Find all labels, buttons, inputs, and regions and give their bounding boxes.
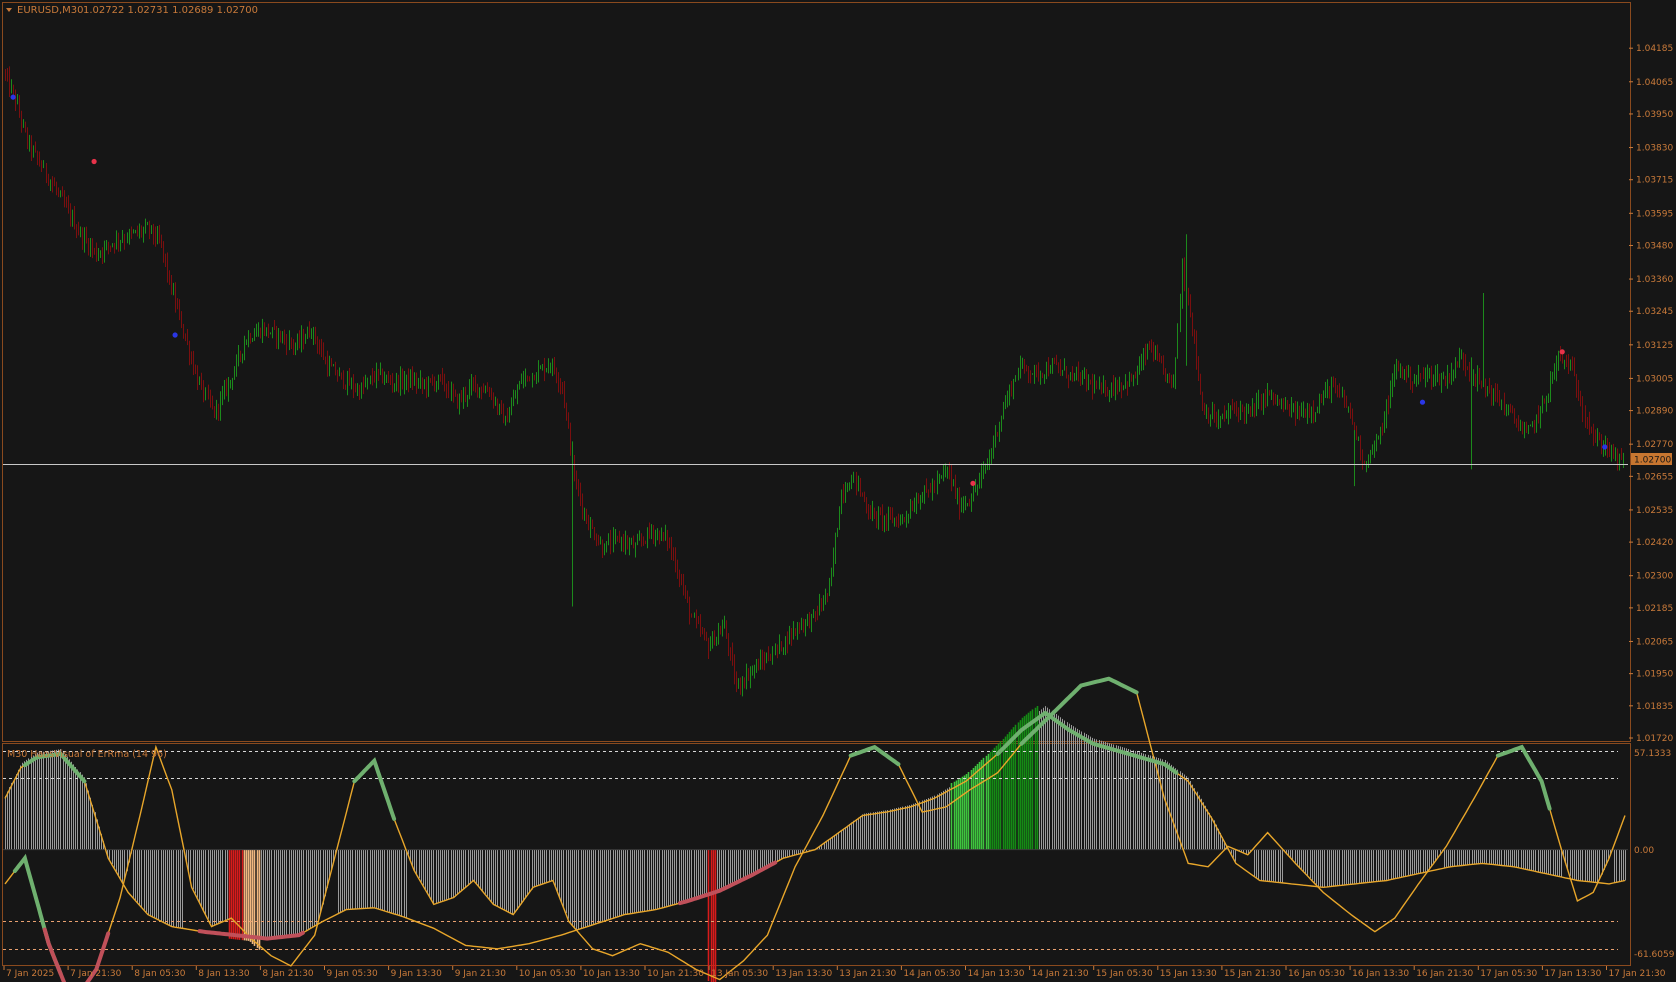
buy-signal-dot[interactable] — [1419, 399, 1426, 405]
time-tick-label: 14 Jan 05:30 — [903, 969, 960, 979]
sell-signal-dot[interactable] — [1559, 349, 1565, 355]
time-tick-label: 7 Jan 21:30 — [70, 969, 122, 979]
indicator-scale-zero: 0.00 — [1634, 846, 1654, 856]
price-tick-label: 1.03715 — [1636, 176, 1673, 186]
price-tick-label: 1.01950 — [1636, 670, 1673, 680]
time-tick-label: 16 Jan 13:30 — [1352, 969, 1409, 979]
buy-signal-dot[interactable] — [10, 94, 16, 100]
time-tick-label: 14 Jan 13:30 — [968, 969, 1025, 979]
price-tick-label: 1.03005 — [1636, 374, 1673, 384]
time-tick-label: 17 Jan 05:30 — [1480, 969, 1537, 979]
indicator-scale-top: 57.1333 — [1634, 749, 1671, 759]
sell-signal-dot[interactable] — [91, 158, 97, 165]
time-tick-label: 17 Jan 13:30 — [1544, 969, 1601, 979]
price-tick-label: 1.03360 — [1636, 275, 1673, 285]
time-tick-label: 14 Jan 21:30 — [1032, 969, 1089, 979]
time-tick-label: 8 Jan 05:30 — [134, 969, 186, 979]
price-tick-label: 1.01835 — [1636, 702, 1673, 712]
price-tick-label: 1.03950 — [1636, 110, 1673, 120]
price-tick-label: 1.04065 — [1636, 78, 1673, 88]
price-tick-label: 1.02535 — [1636, 506, 1673, 516]
time-tick-label: 13 Jan 05:30 — [711, 969, 768, 979]
price-tick-label: 1.03245 — [1636, 307, 1673, 317]
price-tick-label: 1.02065 — [1636, 637, 1673, 647]
time-tick-label: 9 Jan 21:30 — [455, 969, 507, 979]
buy-signal-dot[interactable] — [1602, 444, 1608, 450]
indicator-title: M30 HaosVisual of ErRma (14 96) — [7, 749, 167, 760]
buy-signal-dot[interactable] — [172, 332, 178, 338]
price-tick-label: 1.02890 — [1636, 407, 1673, 417]
time-tick-label: 16 Jan 21:30 — [1416, 969, 1473, 979]
price-tick-label: 1.03830 — [1636, 144, 1673, 154]
time-tick-label: 7 Jan 2025 — [6, 969, 54, 979]
time-tick-label: 10 Jan 13:30 — [583, 969, 640, 979]
time-tick-label: 10 Jan 21:30 — [647, 969, 704, 979]
price-tick-label: 1.02770 — [1636, 440, 1673, 450]
time-tick-label: 10 Jan 05:30 — [519, 969, 576, 979]
price-tick-label: 1.01720 — [1636, 734, 1673, 744]
price-tick-label: 1.03480 — [1636, 241, 1673, 251]
time-tick-label: 8 Jan 13:30 — [198, 969, 250, 979]
price-tick-label: 1.02300 — [1636, 572, 1673, 582]
price-tick-label: 1.02420 — [1636, 538, 1673, 548]
time-tick-label: 17 Jan 21:30 — [1609, 969, 1666, 979]
price-tick-label: 1.03595 — [1636, 209, 1673, 219]
time-tick-label: 16 Jan 05:30 — [1288, 969, 1345, 979]
current-price-label: 1.02700 — [1634, 456, 1671, 466]
time-tick-label: 15 Jan 05:30 — [1096, 969, 1153, 979]
price-tick-label: 1.02185 — [1636, 604, 1673, 614]
time-tick-label: 15 Jan 13:30 — [1160, 969, 1217, 979]
time-tick-label: 13 Jan 21:30 — [839, 969, 896, 979]
ohlc-values: 1.02722 1.02731 1.02689 1.02700 — [83, 5, 258, 16]
time-tick-label: 9 Jan 13:30 — [391, 969, 443, 979]
price-tick-label: 1.04185 — [1636, 44, 1673, 54]
time-tick-label: 13 Jan 13:30 — [775, 969, 832, 979]
symbol-timeframe-label: EURUSD,M30 — [17, 5, 83, 16]
trading-chart[interactable]: 1.04185 1.04065 1.03950 1.03830 1.03715 1.035… — [0, 0, 1676, 982]
time-tick-label: 15 Jan 21:30 — [1224, 969, 1281, 979]
time-tick-label: 8 Jan 21:30 — [262, 969, 314, 979]
sell-signal-dot[interactable] — [970, 480, 976, 486]
price-tick-label: 1.02655 — [1636, 472, 1673, 482]
price-tick-label: 1.03125 — [1636, 341, 1673, 351]
time-tick-label: 9 Jan 05:30 — [327, 969, 379, 979]
indicator-scale-bottom: -61.6059 — [1634, 950, 1675, 960]
